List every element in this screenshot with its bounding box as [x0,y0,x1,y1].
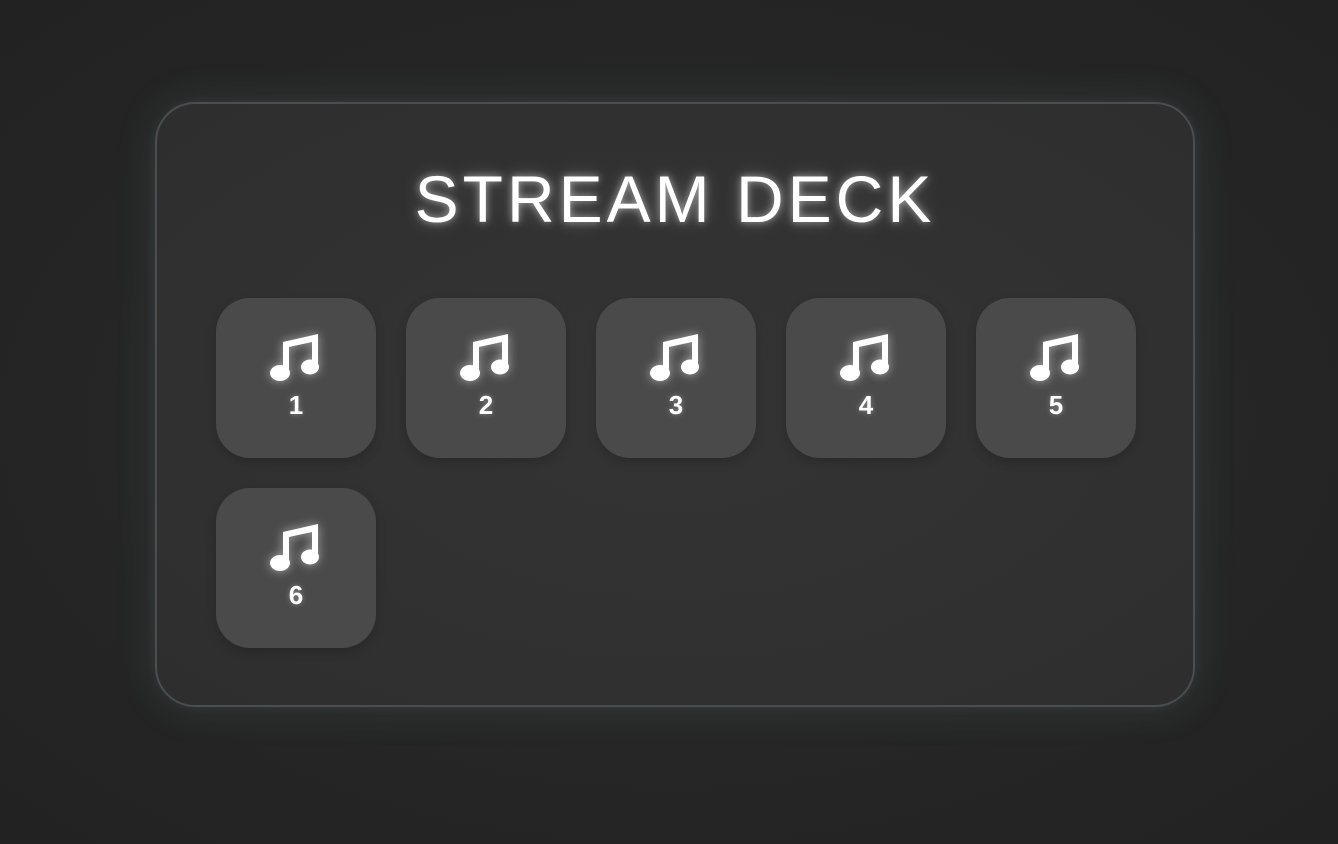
music-note-icon [269,520,323,572]
key-label: 5 [1048,390,1064,420]
key-label: 4 [858,390,874,420]
music-note-icon [459,330,513,382]
music-note-icon [269,330,323,382]
stream-deck-panel: STREAM DECK 1 2 3 4 5 6 [155,102,1195,707]
key-label: 6 [288,580,304,610]
music-note-icon [839,330,893,382]
deck-key-1[interactable]: 1 [216,298,376,458]
page-title: STREAM DECK [414,162,936,236]
deck-key-5[interactable]: 5 [976,298,1136,458]
key-label: 1 [288,390,304,420]
music-note-icon [1029,330,1083,382]
key-label: 3 [668,390,684,420]
music-note-icon [649,330,703,382]
deck-key-4[interactable]: 4 [786,298,946,458]
deck-key-2[interactable]: 2 [406,298,566,458]
key-label: 2 [478,390,494,420]
key-grid: 1 2 3 4 5 6 [216,298,1136,648]
deck-key-3[interactable]: 3 [596,298,756,458]
deck-key-6[interactable]: 6 [216,488,376,648]
